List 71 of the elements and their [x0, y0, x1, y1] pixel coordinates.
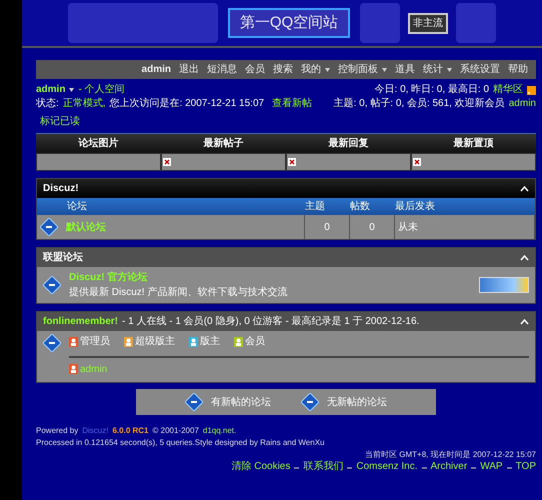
caret-icon [325, 68, 330, 72]
column-header: 主题 [305, 200, 326, 214]
member-link[interactable]: admin [508, 97, 536, 111]
footer-link[interactable]: Comsenz Inc. [356, 461, 418, 473]
nav-link[interactable]: 我的 [301, 62, 330, 77]
status-link[interactable]: 标记已读 [40, 115, 80, 129]
topic-count: 0 [324, 220, 330, 234]
footer-link[interactable]: 清除 Cookies [231, 461, 290, 473]
rss-icon [527, 86, 536, 94]
collapse-icon [520, 254, 529, 260]
processed-text: Processed in 0.121654 second(s), 5 queries.Style designed by Rains and WenXu [36, 437, 324, 449]
nav-link[interactable]: 会员 [245, 62, 265, 77]
collapse-icon [520, 186, 529, 192]
last-visit-text: 您上次访问是在: 2007-12-21 15:07 [110, 97, 264, 111]
digest-link[interactable]: 精华区 [493, 83, 523, 97]
nav-link[interactable]: 搜索 [273, 62, 293, 77]
tab-header[interactable]: 最新帖子 [161, 134, 286, 153]
footer-link[interactable]: TOP [516, 461, 536, 473]
footer-link[interactable]: 联系我们 [303, 461, 344, 473]
caret-icon [447, 68, 452, 72]
banner-placeholder [479, 277, 529, 293]
forum-diamond-icon [301, 393, 319, 411]
legend-label: 无新帖的论坛 [327, 396, 387, 410]
forum-diamond-icon [40, 218, 58, 236]
post-count: 0 [369, 220, 375, 234]
nav-link[interactable]: 短消息 [207, 62, 237, 77]
forum-diamond-icon [43, 276, 61, 294]
footer-text: Powered by [36, 425, 78, 437]
daily-stats: 今日: 0, 昨日: 0, 最高日: 0 [374, 83, 489, 97]
section-title: 联盟论坛 [43, 250, 83, 265]
legend-label: 有新帖的论坛 [211, 396, 271, 410]
user-link[interactable]: admin [36, 83, 66, 97]
tab-header[interactable]: 最新回复 [286, 134, 411, 153]
nav-link[interactable]: 统计 [423, 62, 452, 77]
forum-stats: 主题: 0, 帖子: 0, 会员: 561, 欢迎新会员 [334, 97, 505, 111]
nav-link[interactable]: 帮助 [508, 62, 528, 77]
nav-link[interactable]: 控制面板 [338, 62, 387, 77]
user-link[interactable]: admin [142, 62, 171, 77]
nav-link[interactable]: 系统设置 [460, 62, 500, 77]
status-link[interactable]: 查看新帖 [272, 97, 312, 111]
last-post: 从未 [398, 220, 418, 234]
user-group-label: 超级版主 [135, 334, 175, 349]
status-mode: 正常模式, [62, 97, 106, 111]
version-text: 6.0.0 RC1 [112, 425, 149, 437]
column-header: 最后发表 [395, 200, 436, 214]
monitor-sign: 非主流 [408, 12, 448, 34]
space-link[interactable]: - 个人空间 [78, 83, 125, 97]
site-link[interactable]: d1qq.net. [202, 425, 236, 437]
user-group-label: 版主 [200, 334, 220, 349]
tab-header[interactable]: 最新置顶 [411, 134, 536, 153]
forum-description: 提供最新 Discuz! 产品新闻、软件下载与技术交流 [69, 286, 288, 300]
collapse-icon [520, 318, 529, 324]
forum-diamond-icon [43, 334, 61, 352]
nav-link[interactable]: 退出 [179, 62, 199, 77]
forum-diamond-icon [185, 393, 203, 411]
online-title: fonlinemember! [43, 315, 118, 329]
user-group-label: 管理员 [80, 335, 110, 349]
column-header: 帖数 [350, 200, 371, 214]
footer-link[interactable]: WAP [480, 461, 503, 473]
user-group-label: 会员 [245, 335, 265, 349]
online-summary: - 1 人在线 - 1 会员(0 隐身), 0 位游客 - 最高纪录是 1 于 2002-12-16. [122, 314, 420, 329]
column-header: 论坛 [66, 200, 88, 214]
footer-link[interactable]: Archiver [430, 461, 468, 473]
site-logo: 第一QQ空间站 [228, 8, 350, 38]
status-label: 状态: [36, 97, 59, 111]
tab-header[interactable]: 论坛图片 [36, 134, 161, 153]
copyright-text: © 2001-2007 [152, 425, 199, 437]
section-title: Discuz! [43, 182, 79, 196]
timezone-text: 当前时区 GMT+8, 现在时间是 2007-12-22 15:07 [364, 449, 536, 461]
caret-icon [382, 68, 387, 72]
nav-link[interactable]: 道具 [395, 62, 415, 77]
